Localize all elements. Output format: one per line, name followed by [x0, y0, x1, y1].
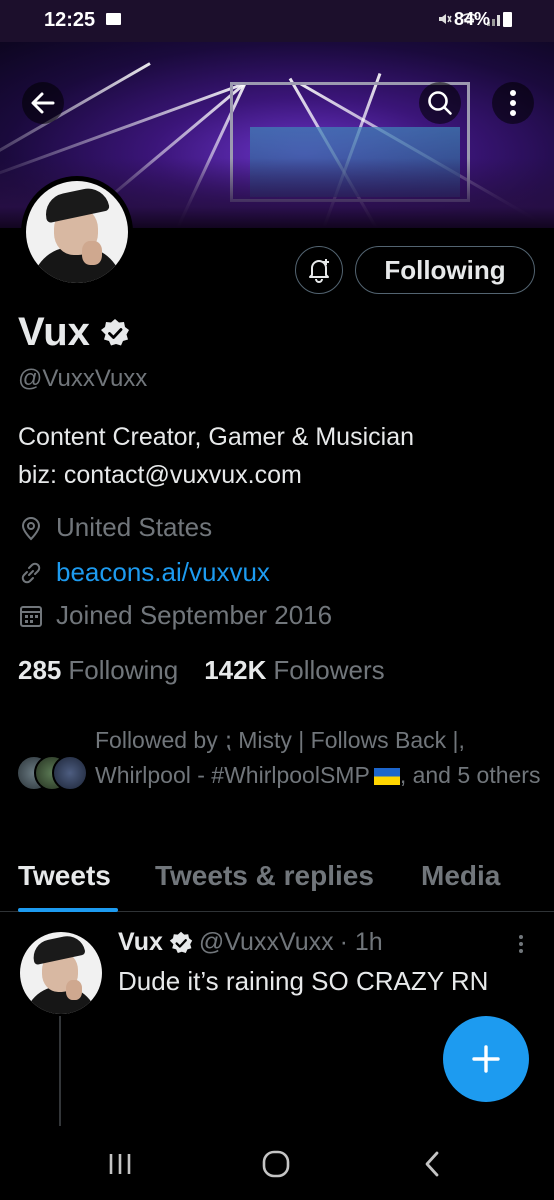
location-pin-icon: [21, 516, 41, 540]
tab-tweets[interactable]: Tweets: [18, 860, 111, 892]
status-time: 12:25: [44, 9, 96, 31]
ukraine-flag-icon: [373, 768, 400, 785]
followers-stat[interactable]: 142K Followers: [204, 655, 384, 686]
back-nav-button[interactable]: [412, 1146, 452, 1182]
profile-avatar[interactable]: [21, 176, 133, 288]
status-bar: 12:25 84%: [0, 0, 554, 42]
follow-stats: 285 Following 142K Followers: [18, 655, 385, 686]
location-row: United States: [18, 512, 212, 543]
more-vertical-icon: [519, 935, 523, 953]
home-icon: [262, 1150, 290, 1178]
followers-count: 142K: [204, 655, 267, 685]
tweet-more-button[interactable]: [518, 934, 524, 959]
profile-handle: @VuxxVuxx: [18, 365, 148, 392]
profile-bio: Content Creator, Gamer & Musician biz: c…: [18, 418, 538, 494]
followed-by-others: , and 5 others: [399, 762, 541, 788]
following-label: Following: [68, 655, 179, 685]
tweet-author-name[interactable]: Vux: [118, 928, 163, 957]
verified-badge-icon: [169, 931, 193, 953]
profile-tabs: Tweets Tweets & replies Media: [0, 848, 554, 912]
tweet-avatar[interactable]: [20, 932, 102, 1014]
location-text: United States: [56, 512, 213, 542]
thread-line: [59, 1016, 61, 1126]
system-nav-bar: [0, 1128, 554, 1200]
arrow-left-icon: [31, 92, 55, 114]
joined-text: Joined September 2016: [56, 600, 333, 630]
following-button[interactable]: Following: [355, 246, 535, 294]
notifications-button[interactable]: [295, 246, 343, 294]
avatar-hand: [66, 980, 82, 1000]
home-button[interactable]: [256, 1146, 296, 1182]
tab-tweets-replies[interactable]: Tweets & replies: [155, 860, 374, 892]
display-name: Vux: [18, 310, 90, 354]
plus-icon: [472, 1045, 500, 1073]
search-icon: [428, 91, 452, 115]
more-options-button[interactable]: [492, 82, 534, 124]
bio-line: Content Creator, Gamer & Musician: [18, 423, 414, 451]
profile-link[interactable]: beacons.ai/vuxvux: [56, 557, 270, 588]
followers-label: Followers: [273, 655, 385, 685]
recent-apps-icon: [109, 1154, 131, 1174]
avatar-image: [26, 181, 128, 283]
follower-avatar: [52, 755, 88, 791]
following-stat[interactable]: 285 Following: [18, 655, 178, 686]
active-tab-indicator: [18, 908, 118, 912]
avatar-hand: [82, 241, 102, 265]
link-row: beacons.ai/vuxvux: [18, 557, 270, 588]
chevron-left-icon: [425, 1151, 439, 1177]
joined-row: Joined September 2016: [18, 600, 332, 631]
name-row: Vux: [18, 310, 130, 355]
battery-percent: 84%: [453, 9, 490, 29]
tweet-author-handle: @VuxxVuxx: [198, 928, 334, 956]
following-count: 285: [18, 655, 62, 685]
search-button[interactable]: [419, 82, 461, 124]
tweet-text: Dude it’s raining SO CRAZY RN: [118, 966, 489, 996]
bell-plus-icon: [309, 259, 329, 283]
recent-apps-button[interactable]: [100, 1146, 140, 1182]
bio-line: biz: contact@vuxvux.com: [18, 461, 302, 489]
folder-icon: [106, 13, 121, 25]
mute-icon: [438, 14, 452, 24]
followers-you-know-avatars[interactable]: [16, 755, 90, 793]
followed-by-text[interactable]: Followed by ⁏ Misty | Follows Back |, Wh…: [95, 723, 545, 793]
link-icon: [21, 562, 41, 583]
calendar-icon: [20, 605, 42, 627]
tab-media[interactable]: Media: [421, 860, 500, 892]
tweet-header: Vux @VuxxVuxx · 1h: [118, 928, 383, 957]
more-vertical-icon: [510, 90, 516, 116]
tweet-time: · 1h: [339, 928, 383, 956]
back-button[interactable]: [22, 82, 64, 124]
verified-badge-icon: [100, 318, 129, 345]
battery-icon: [503, 12, 512, 27]
compose-tweet-button[interactable]: [443, 1016, 529, 1102]
